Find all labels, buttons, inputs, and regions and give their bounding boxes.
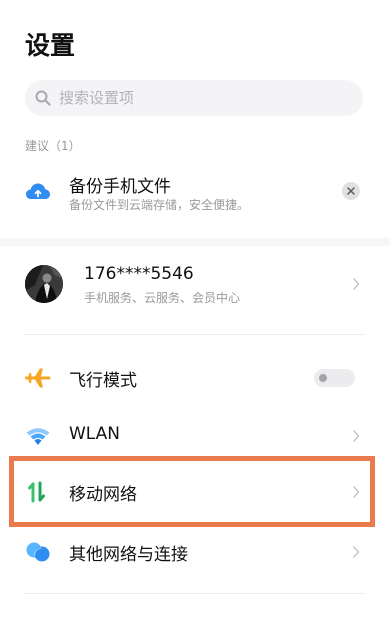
suggestions-section-label: 建议（1） (25, 139, 81, 153)
airplane-mode-toggle[interactable] (314, 369, 355, 387)
divider (25, 334, 365, 335)
toggle-knob (319, 374, 327, 382)
highlight-frame (9, 456, 375, 527)
cloud-upload-icon (26, 183, 50, 199)
divider (25, 593, 365, 594)
search-input[interactable] (59, 89, 339, 107)
section-divider (0, 238, 390, 246)
chevron-right-icon (353, 430, 360, 442)
airplane-icon (25, 368, 51, 388)
dismiss-suggestion-button[interactable] (342, 182, 360, 200)
suggestion-backup-item[interactable]: 备份手机文件 备份文件到云端存储，安全便捷。 (0, 162, 390, 228)
account-subtitle: 手机服务、云服务、会员中心 (84, 291, 241, 305)
connections-icon (26, 542, 50, 562)
settings-item-other-connections[interactable]: 其他网络与连接 (0, 524, 390, 580)
suggestion-subtitle: 备份文件到云端存储，安全便捷。 (69, 198, 250, 212)
account-row[interactable]: 176****5546 手机服务、云服务、会员中心 (0, 254, 390, 316)
settings-item-label: WLAN (69, 424, 121, 444)
close-icon (347, 187, 355, 195)
search-icon (35, 90, 51, 106)
chevron-right-icon (353, 278, 360, 290)
chevron-right-icon (353, 546, 360, 558)
suggestion-title: 备份手机文件 (69, 177, 171, 197)
search-bar[interactable] (25, 80, 363, 116)
account-name: 176****5546 (84, 264, 194, 284)
avatar (25, 265, 63, 303)
page-title: 设置 (25, 31, 76, 60)
settings-item-airplane-mode[interactable]: 飞行模式 (0, 350, 390, 406)
settings-item-label: 飞行模式 (69, 371, 137, 391)
wifi-icon (26, 428, 50, 445)
settings-item-label: 其他网络与连接 (69, 545, 188, 565)
